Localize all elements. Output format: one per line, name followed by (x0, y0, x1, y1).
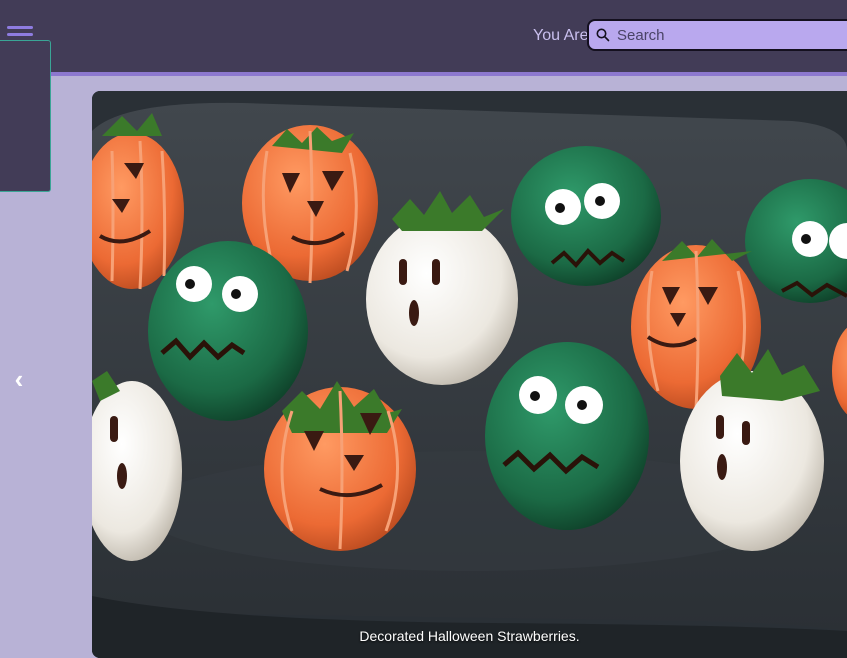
search-box[interactable] (587, 19, 847, 51)
search-icon (596, 28, 610, 42)
welcome-text: You Are (533, 27, 589, 44)
carousel-prev-button[interactable]: ‹ (8, 365, 30, 393)
carousel-caption: Decorated Halloween Strawberries. (359, 628, 580, 644)
halloween-strawberries-photo (92, 91, 847, 658)
topbar-accent-stripe (0, 72, 847, 76)
hamburger-menu-icon[interactable] (7, 26, 33, 42)
side-menu-panel[interactable] (0, 40, 51, 192)
search-input[interactable] (617, 23, 837, 47)
carousel-slide: Decorated Halloween Strawberries. (92, 91, 847, 658)
